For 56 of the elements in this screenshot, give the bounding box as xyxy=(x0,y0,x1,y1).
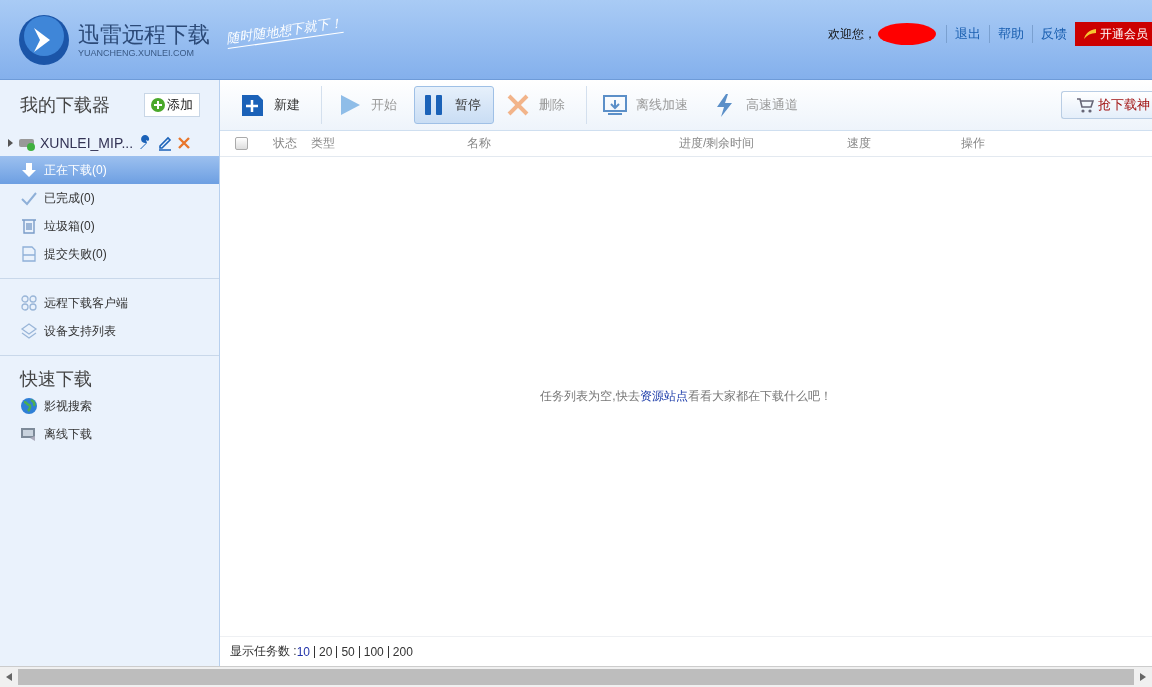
page-size-label: 显示任务数 : xyxy=(230,643,297,660)
sidebar-link[interactable]: 远程下载客户端 xyxy=(0,289,219,317)
shop-button[interactable]: 抢下载神 xyxy=(1061,91,1152,119)
column-header: 类型 xyxy=(311,135,336,152)
sidebar-link[interactable]: 影视搜索 xyxy=(0,392,219,420)
column-header: 速度 xyxy=(847,135,872,152)
page-size-link[interactable]: 100 xyxy=(363,644,384,659)
cart-icon xyxy=(1076,97,1094,113)
horizontal-scrollbar[interactable] xyxy=(0,666,1152,687)
trash-icon xyxy=(20,217,38,235)
sidebar-item[interactable]: 垃圾箱(0) xyxy=(0,212,219,240)
add-button[interactable]: 添加 xyxy=(144,93,200,117)
domain-text: YUANCHENG.XUNLEI.COM xyxy=(78,47,195,58)
monitor-download-icon xyxy=(602,92,628,118)
logo-icon xyxy=(18,13,70,66)
circles-icon xyxy=(20,294,38,312)
slogan-text: 随时随地想下就下！ xyxy=(225,13,344,50)
select-all-checkbox[interactable] xyxy=(235,137,248,150)
page-size-link[interactable]: 200 xyxy=(392,644,413,659)
sidebar-item[interactable]: 已完成(0) xyxy=(0,184,219,212)
new-file-icon xyxy=(240,92,266,118)
plus-icon xyxy=(151,98,165,112)
column-header: 操作 xyxy=(961,135,986,152)
close-icon[interactable] xyxy=(177,136,192,150)
column-header: 状态 xyxy=(273,135,298,152)
globe-icon xyxy=(20,397,38,415)
resource-link[interactable]: 资源站点 xyxy=(639,389,688,403)
delete-icon xyxy=(505,92,531,118)
monitor-icon xyxy=(20,425,38,443)
document-icon xyxy=(20,245,38,263)
section-title: 快速下载 xyxy=(18,368,93,391)
sidebar-title: 我的下载器 xyxy=(20,94,110,117)
app-title: 迅雷远程下载 xyxy=(78,21,210,48)
scroll-right-icon[interactable] xyxy=(1140,673,1146,681)
header-link[interactable]: 帮助 xyxy=(989,25,1032,43)
column-header: 名称 xyxy=(467,135,492,152)
sidebar-link[interactable]: 设备支持列表 xyxy=(0,317,219,345)
toolbar-button[interactable]: 新建 xyxy=(233,86,313,124)
column-header: 进度/剩余时间 xyxy=(679,135,756,152)
expand-arrow-icon[interactable] xyxy=(6,139,14,147)
pencil-icon[interactable] xyxy=(157,135,174,151)
toolbar-button[interactable]: 暂停 xyxy=(414,86,494,124)
header-link[interactable]: 退出 xyxy=(946,25,989,43)
redaction-mark xyxy=(878,23,936,45)
page-size-link[interactable]: 50 xyxy=(341,644,355,659)
sidebar-item[interactable]: 提交失败(0) xyxy=(0,240,219,268)
welcome-text: 欢迎您， xyxy=(828,25,876,43)
device-name[interactable]: XUNLEI_MIP... xyxy=(40,135,134,151)
empty-message: 任务列表为空,快去资源站点看看大家都在下载什么吧！ xyxy=(540,388,832,405)
vip-button[interactable]: 开通会员 xyxy=(1075,22,1152,46)
download-arrow-icon xyxy=(20,161,38,179)
sidebar-link[interactable]: 离线下载 xyxy=(0,420,219,448)
scroll-thumb[interactable] xyxy=(18,669,1134,685)
layers-icon xyxy=(20,322,38,340)
page-size-link[interactable]: 20 xyxy=(319,644,333,659)
scroll-left-icon[interactable] xyxy=(6,673,12,681)
